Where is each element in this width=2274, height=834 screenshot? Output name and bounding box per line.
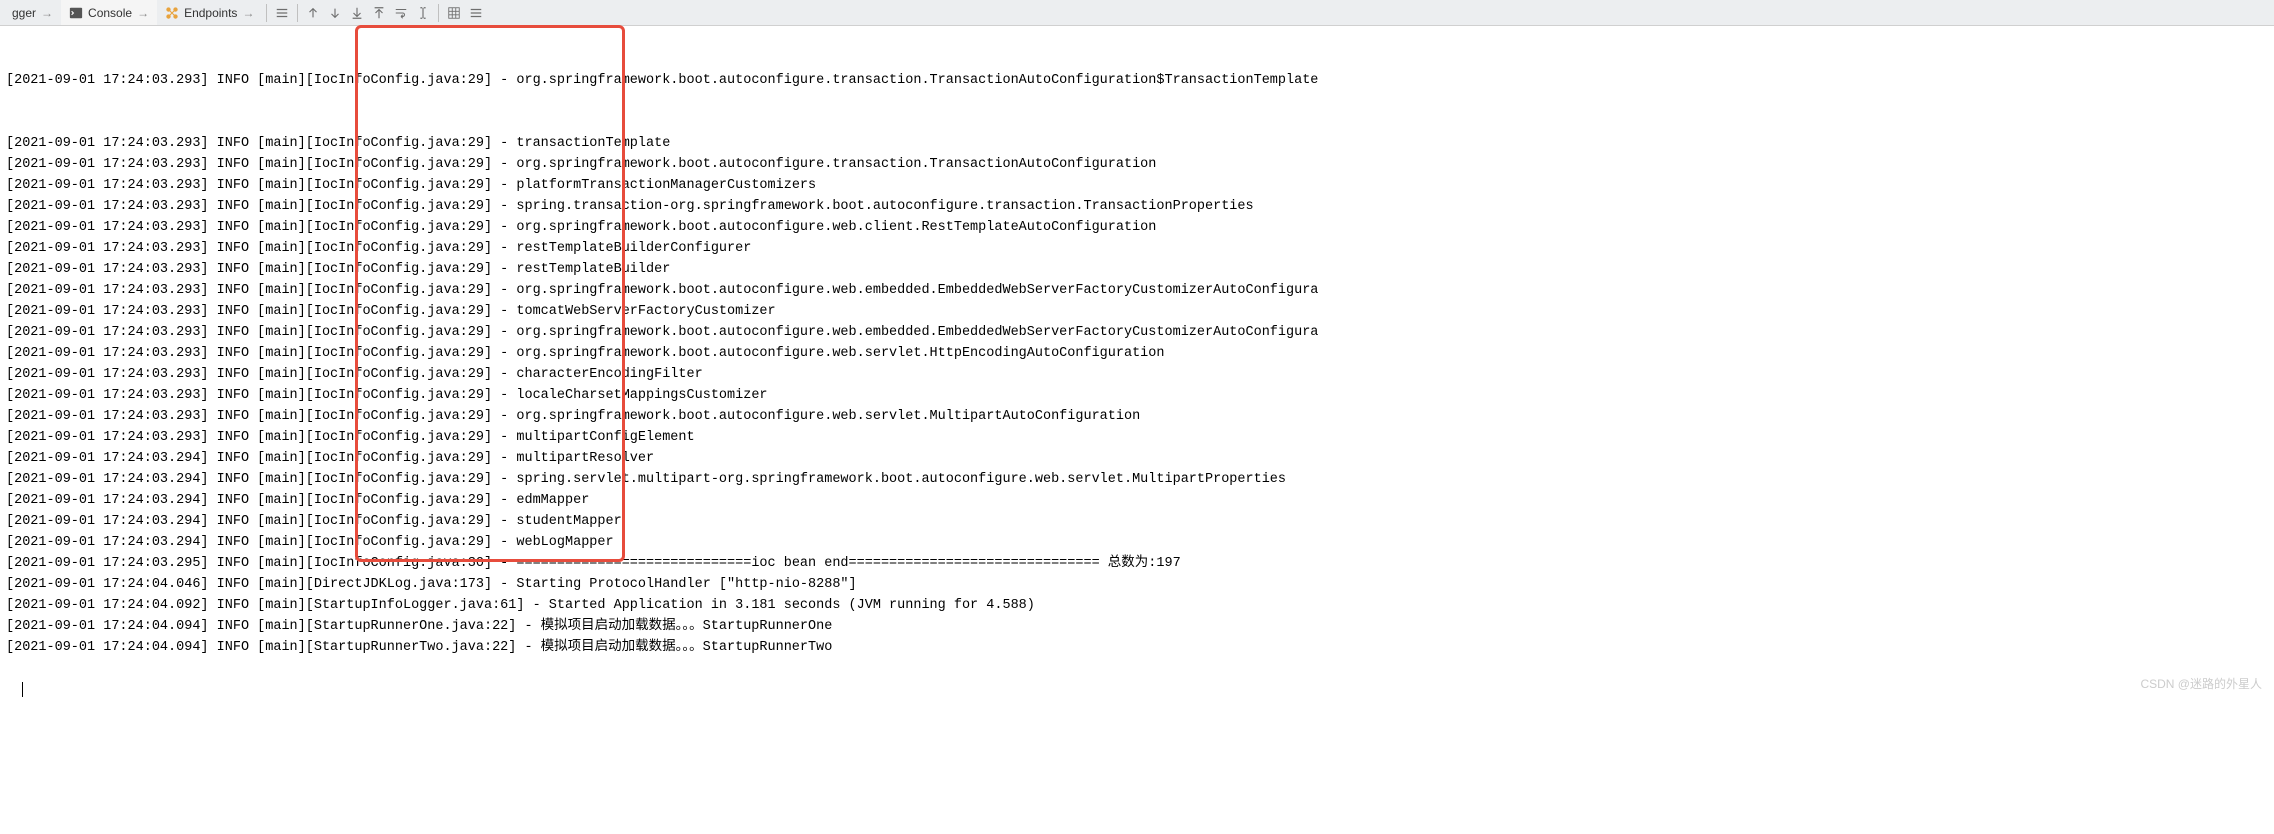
log-line: [2021-09-01 17:24:04.092] INFO [main][St… — [6, 595, 2268, 616]
log-line: [2021-09-01 17:24:03.293] INFO [main][Io… — [6, 196, 2268, 217]
tab-endpoints[interactable]: Endpoints → — [157, 0, 262, 25]
text-cursor — [22, 682, 23, 697]
toolbar: gger → Console → Endpoints → — [0, 0, 2274, 26]
log-line: [2021-09-01 17:24:03.293] INFO [main][Io… — [6, 385, 2268, 406]
log-line: [2021-09-01 17:24:03.294] INFO [main][Io… — [6, 490, 2268, 511]
pin-icon: → — [137, 6, 149, 20]
settings-icon[interactable] — [465, 2, 487, 24]
log-line: [2021-09-01 17:24:04.094] INFO [main][St… — [6, 637, 2268, 658]
toggle-list-icon[interactable] — [271, 2, 293, 24]
divider — [266, 4, 267, 22]
wrap-icon[interactable] — [390, 2, 412, 24]
log-line: [2021-09-01 17:24:03.293] INFO [main][Io… — [6, 406, 2268, 427]
console-icon — [69, 6, 83, 20]
log-line: [2021-09-01 17:24:03.293] INFO [main][Io… — [6, 154, 2268, 175]
console-label: Console — [88, 6, 132, 20]
pin-icon: → — [242, 6, 254, 20]
arrow-down-icon[interactable] — [324, 2, 346, 24]
log-line: [2021-09-01 17:24:03.293] INFO [main][Io… — [6, 322, 2268, 343]
log-line: [2021-09-01 17:24:03.293] INFO [main][Io… — [6, 133, 2268, 154]
grid-icon[interactable] — [443, 2, 465, 24]
log-line: [2021-09-01 17:24:03.294] INFO [main][Io… — [6, 448, 2268, 469]
log-line: [2021-09-01 17:24:03.293] INFO [main][Io… — [6, 343, 2268, 364]
pin-icon: → — [41, 6, 53, 20]
log-line: [2021-09-01 17:24:03.293] INFO [main][Io… — [6, 175, 2268, 196]
log-line: [2021-09-01 17:24:03.294] INFO [main][Io… — [6, 469, 2268, 490]
log-line: [2021-09-01 17:24:04.046] INFO [main][Di… — [6, 574, 2268, 595]
debugger-label: gger — [12, 6, 36, 20]
log-line: [2021-09-01 17:24:03.293] INFO [main][Io… — [6, 364, 2268, 385]
cursor-icon[interactable] — [412, 2, 434, 24]
log-line: [2021-09-01 17:24:03.293] INFO [main][Io… — [6, 301, 2268, 322]
arrow-down-bar-icon[interactable] — [346, 2, 368, 24]
arrow-up-bar-icon[interactable] — [368, 2, 390, 24]
log-line: [2021-09-01 17:24:04.094] INFO [main][St… — [6, 616, 2268, 637]
log-line: [2021-09-01 17:24:03.293] INFO [main][Io… — [6, 217, 2268, 238]
log-line: [2021-09-01 17:24:03.293] INFO [main][Io… — [6, 70, 2268, 91]
log-line: [2021-09-01 17:24:03.293] INFO [main][Io… — [6, 259, 2268, 280]
log-line: [2021-09-01 17:24:03.294] INFO [main][Io… — [6, 511, 2268, 532]
console-output[interactable]: [2021-09-01 17:24:03.293] INFO [main][Io… — [0, 26, 2274, 702]
divider — [297, 4, 298, 22]
log-line: [2021-09-01 17:24:03.293] INFO [main][Io… — [6, 427, 2268, 448]
tab-console[interactable]: Console → — [61, 0, 157, 25]
log-line: [2021-09-01 17:24:03.294] INFO [main][Io… — [6, 532, 2268, 553]
divider — [438, 4, 439, 22]
arrow-up-icon[interactable] — [302, 2, 324, 24]
tab-debugger[interactable]: gger → — [4, 0, 61, 25]
endpoints-label: Endpoints — [184, 6, 237, 20]
log-line: [2021-09-01 17:24:03.293] INFO [main][Io… — [6, 238, 2268, 259]
log-line: [2021-09-01 17:24:03.295] INFO [main][Io… — [6, 553, 2268, 574]
endpoints-icon — [165, 6, 179, 20]
log-line: [2021-09-01 17:24:03.293] INFO [main][Io… — [6, 280, 2268, 301]
